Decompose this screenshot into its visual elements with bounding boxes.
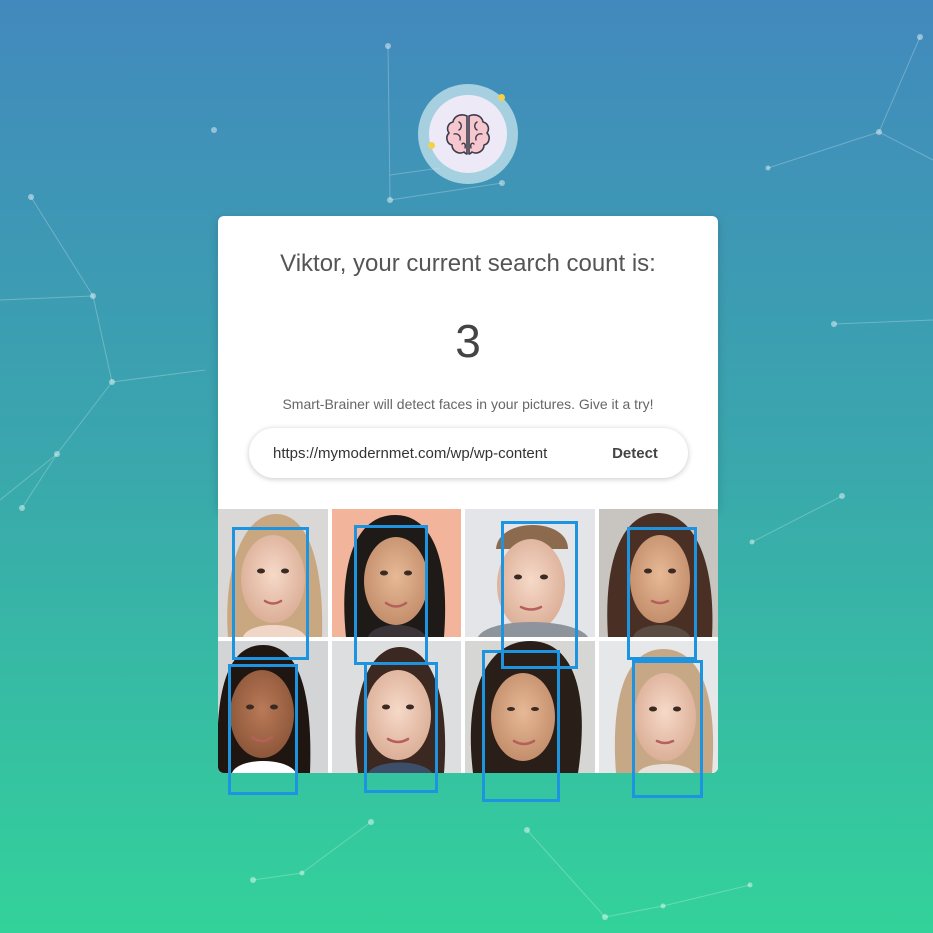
url-search-bar: Detect (249, 428, 688, 478)
face-box (501, 521, 578, 669)
face-box (627, 527, 697, 660)
search-count-card: Viktor, your current search count is: 3 … (218, 216, 718, 509)
brain-icon (446, 114, 490, 155)
face-box (354, 525, 428, 665)
detect-button[interactable]: Detect (596, 437, 674, 469)
logo (418, 84, 518, 184)
face-box (364, 662, 438, 793)
search-count: 3 (455, 315, 481, 367)
image-url-input[interactable] (273, 428, 593, 478)
face-box (632, 660, 703, 798)
face-box (232, 527, 309, 660)
greeting-text: Viktor, your current search count is: (280, 250, 656, 277)
face-box (228, 664, 298, 795)
tagline-text: Smart-Brainer will detect faces in your … (282, 396, 654, 412)
face-box (482, 650, 560, 802)
